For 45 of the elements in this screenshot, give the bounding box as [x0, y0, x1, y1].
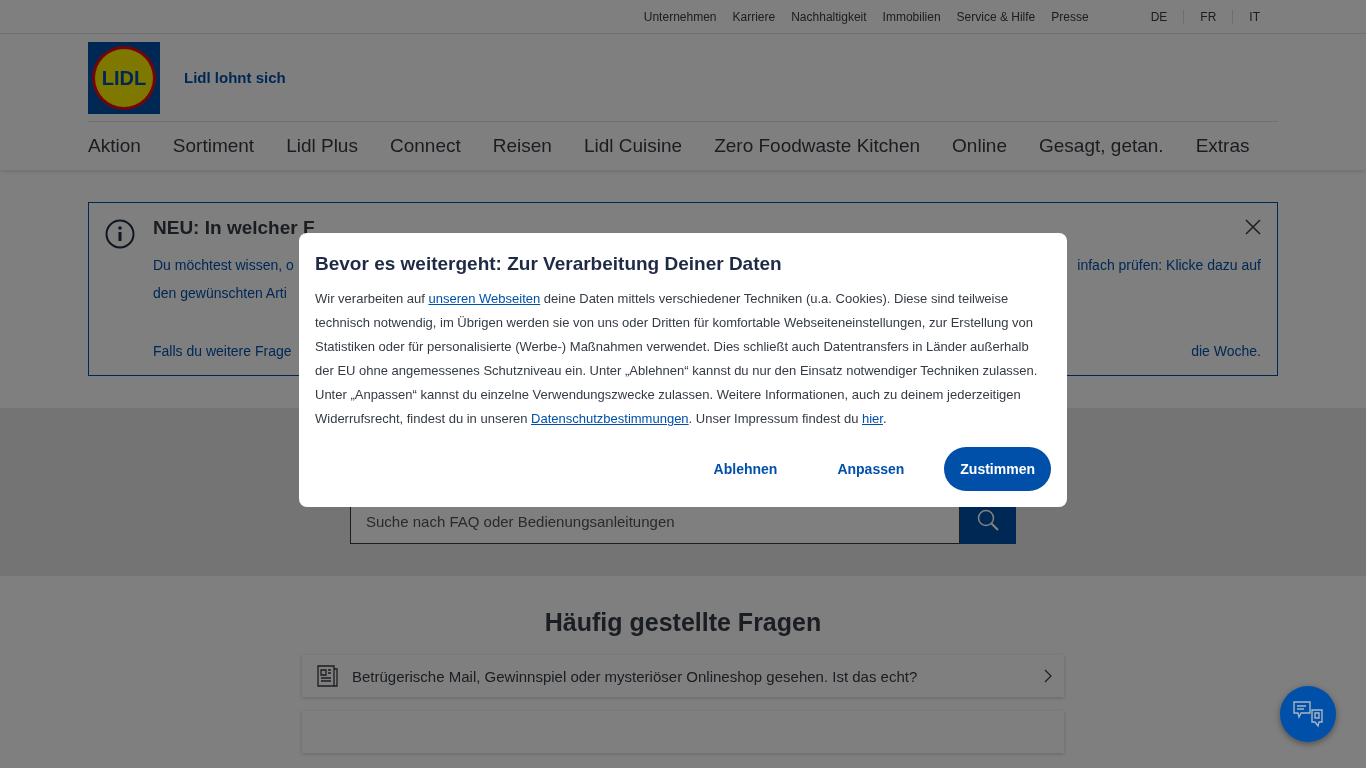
- accept-button[interactable]: Zustimmen: [944, 447, 1051, 491]
- text-link[interactable]: Datenschutzbestimmungen: [531, 411, 689, 426]
- language-link[interactable]: DE: [1134, 9, 1184, 24]
- nav-item[interactable]: Connect: [389, 135, 461, 157]
- nav-item[interactable]: Gesagt, getan.: [1039, 135, 1164, 157]
- nav-item[interactable]: Lidl Cuisine: [583, 135, 683, 157]
- language-link[interactable]: IT: [1232, 9, 1276, 24]
- notice-text: Du möchtest wissen, o: [153, 256, 294, 275]
- language-link[interactable]: FR: [1183, 9, 1233, 24]
- notice-text: den gewünschten Arti: [153, 284, 287, 303]
- text-link[interactable]: hier: [862, 411, 883, 426]
- nav-item[interactable]: Reisen: [492, 135, 552, 157]
- top-link[interactable]: Karriere: [732, 9, 776, 24]
- text-button[interactable]: Anpassen: [817, 447, 925, 491]
- faq-item[interactable]: Betrügerische Mail, Gewinnspiel oder mysteriöser Onlineshop gesehen. Ist das echt?: [302, 655, 1064, 697]
- info-icon: [105, 219, 135, 249]
- nav-item[interactable]: Sortiment: [172, 135, 255, 157]
- nav-item[interactable]: Aktion: [88, 135, 141, 157]
- chevron-right-icon: [1044, 669, 1052, 683]
- dialog-title: Bevor es weitergeht: Zur Verarbeitung Deiner Daten: [315, 253, 783, 275]
- nav-item[interactable]: Zero Foodwaste Kitchen: [714, 135, 921, 157]
- top-link[interactable]: Nachhaltigkeit: [791, 9, 867, 24]
- nav-item[interactable]: Extras: [1195, 135, 1250, 157]
- notice-text: infach prüfen: Klicke dazu auf: [1077, 256, 1261, 275]
- nav-item[interactable]: Online: [952, 135, 1007, 157]
- dialog-text: Wir verarbeiten auf unseren Webseiten deine Daten mittels verschiedener Techniken (u.a. Cookies). Diese sind teilweise technisch notwendig, im Übrigen werden sie von uns oder Dritten für komfortable Webseiteneinstellungen, zur Erstellung von Statistiken oder für personalisierte (Werbe-) Maßnahmen verwendet. Dies schließt auch Datentransfers in Länder außerhalb der EU ohne angemessenes Schutzniveau ein. Unter „Ablehnen“ kannst du nur den Einsatz notwendiger Techniken zulassen. Unter „Anpassen“ kannst du einzelne Verwendungszwecke zulassen. Weitere Informationen, auch zu deinem jederzeitigen Widerrufsrecht, findest du in unseren Datenschutzbestimmungen. Unser Impressum findest du hier.: [315, 290, 1039, 428]
- newspaper-icon: [314, 665, 338, 687]
- close-icon[interactable]: [1245, 219, 1261, 235]
- chat-button[interactable]: [1280, 686, 1336, 742]
- tagline: Lidl lohnt sich: [184, 69, 286, 86]
- notice-text: die Woche.: [1191, 342, 1261, 361]
- top-link[interactable]: Unternehmen: [643, 9, 717, 24]
- top-link[interactable]: Presse: [1051, 9, 1089, 24]
- faq-question: Betrügerische Mail, Gewinnspiel oder mysteriöser Onlineshop gesehen. Ist das echt?: [352, 667, 919, 685]
- text-link[interactable]: unseren Webseiten: [428, 291, 541, 306]
- chat-icon: [1292, 700, 1324, 728]
- logo[interactable]: LIDL: [88, 41, 160, 114]
- top-link[interactable]: Immobilien: [882, 9, 941, 24]
- top-link[interactable]: Service & Hilfe: [956, 9, 1036, 24]
- notice-title: NEU: In welcher F: [153, 217, 315, 239]
- section-heading: Häufig gestellte Fragen: [544, 608, 822, 637]
- search-icon: [976, 508, 1000, 532]
- text-button[interactable]: Ablehnen: [693, 447, 798, 491]
- notice-text: Falls du weitere Frage: [153, 342, 292, 361]
- nav-item[interactable]: Lidl Plus: [286, 135, 358, 157]
